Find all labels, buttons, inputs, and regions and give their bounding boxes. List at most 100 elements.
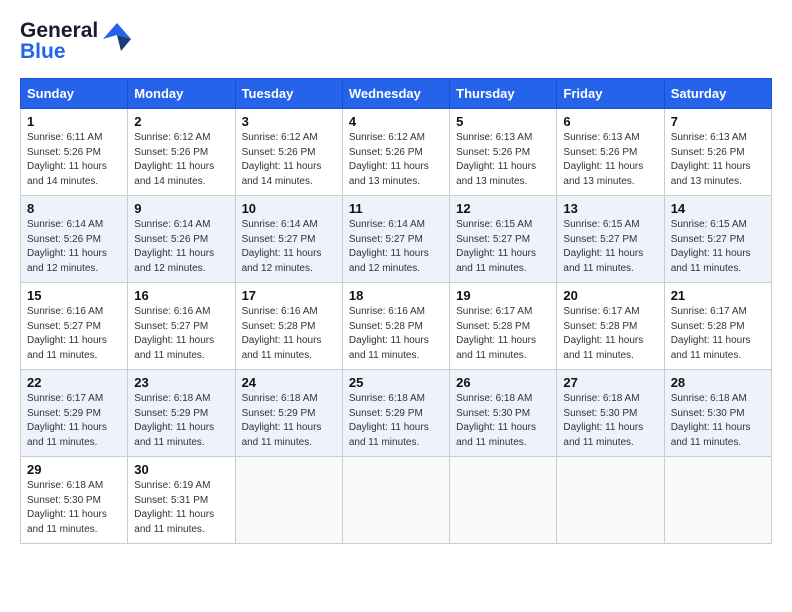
calendar-cell: 29 Sunrise: 6:18 AM Sunset: 5:30 PM Dayli… bbox=[21, 457, 128, 544]
calendar-cell: 10 Sunrise: 6:14 AM Sunset: 5:27 PM Dayli… bbox=[235, 196, 342, 283]
logo-bird-icon bbox=[101, 21, 133, 57]
calendar-cell: 8Sunrise: 6:14 AM Sunset: 5:26 PM Daylig… bbox=[21, 196, 128, 283]
day-info: Sunrise: 6:16 AM Sunset: 5:28 PM Dayligh… bbox=[349, 305, 443, 363]
calendar-cell: 6 Sunrise: 6:13 AM Sunset: 5:26 PM Daylig… bbox=[557, 109, 664, 196]
day-info: Sunrise: 6:18 AM Sunset: 5:30 PM Dayligh… bbox=[27, 479, 121, 537]
day-number: 16 bbox=[134, 288, 228, 303]
day-info: Sunrise: 6:18 AM Sunset: 5:29 PM Dayligh… bbox=[134, 392, 228, 450]
calendar-cell bbox=[235, 457, 342, 544]
day-info: Sunrise: 6:13 AM Sunset: 5:26 PM Dayligh… bbox=[563, 131, 657, 189]
day-number: 15 bbox=[27, 288, 121, 303]
day-number: 25 bbox=[349, 375, 443, 390]
calendar-cell: 26 Sunrise: 6:18 AM Sunset: 5:30 PM Dayli… bbox=[450, 370, 557, 457]
day-number: 10 bbox=[242, 201, 336, 216]
day-number: 29 bbox=[27, 462, 121, 477]
header: General Blue bbox=[20, 20, 772, 62]
calendar-cell: 4 Sunrise: 6:12 AM Sunset: 5:26 PM Daylig… bbox=[342, 109, 449, 196]
calendar-cell: 13 Sunrise: 6:15 AM Sunset: 5:27 PM Dayli… bbox=[557, 196, 664, 283]
day-number: 5 bbox=[456, 114, 550, 129]
day-number: 2 bbox=[134, 114, 228, 129]
day-info: Sunrise: 6:13 AM Sunset: 5:26 PM Dayligh… bbox=[671, 131, 765, 189]
calendar-cell: 24Sunrise: 6:18 AM Sunset: 5:29 PM Dayli… bbox=[235, 370, 342, 457]
logo-general: General bbox=[20, 20, 98, 41]
day-info: Sunrise: 6:18 AM Sunset: 5:30 PM Dayligh… bbox=[563, 392, 657, 450]
col-header-wednesday: Wednesday bbox=[342, 79, 449, 109]
day-number: 18 bbox=[349, 288, 443, 303]
calendar-cell: 15 Sunrise: 6:16 AM Sunset: 5:27 PM Dayli… bbox=[21, 283, 128, 370]
col-header-thursday: Thursday bbox=[450, 79, 557, 109]
day-number: 26 bbox=[456, 375, 550, 390]
day-number: 13 bbox=[563, 201, 657, 216]
day-number: 11 bbox=[349, 201, 443, 216]
day-number: 12 bbox=[456, 201, 550, 216]
day-number: 21 bbox=[671, 288, 765, 303]
calendar-cell: 20Sunrise: 6:17 AM Sunset: 5:28 PM Dayli… bbox=[557, 283, 664, 370]
logo: General Blue bbox=[20, 20, 133, 62]
calendar-cell: 5Sunrise: 6:13 AM Sunset: 5:26 PM Daylig… bbox=[450, 109, 557, 196]
calendar-cell: 7 Sunrise: 6:13 AM Sunset: 5:26 PM Daylig… bbox=[664, 109, 771, 196]
day-number: 14 bbox=[671, 201, 765, 216]
day-number: 6 bbox=[563, 114, 657, 129]
calendar-cell: 17 Sunrise: 6:16 AM Sunset: 5:28 PM Dayli… bbox=[235, 283, 342, 370]
page: General Blue SundayMondayTuesdayWednesda… bbox=[0, 0, 792, 564]
col-header-saturday: Saturday bbox=[664, 79, 771, 109]
day-number: 17 bbox=[242, 288, 336, 303]
day-info: Sunrise: 6:16 AM Sunset: 5:27 PM Dayligh… bbox=[134, 305, 228, 363]
day-number: 24 bbox=[242, 375, 336, 390]
day-number: 7 bbox=[671, 114, 765, 129]
calendar-cell: 12 Sunrise: 6:15 AM Sunset: 5:27 PM Dayli… bbox=[450, 196, 557, 283]
calendar-cell: 9 Sunrise: 6:14 AM Sunset: 5:26 PM Daylig… bbox=[128, 196, 235, 283]
calendar-week-1: 1 Sunrise: 6:11 AM Sunset: 5:26 PM Daylig… bbox=[21, 109, 772, 196]
day-number: 4 bbox=[349, 114, 443, 129]
calendar-cell: 21 Sunrise: 6:17 AM Sunset: 5:28 PM Dayli… bbox=[664, 283, 771, 370]
calendar-cell: 1 Sunrise: 6:11 AM Sunset: 5:26 PM Daylig… bbox=[21, 109, 128, 196]
day-number: 27 bbox=[563, 375, 657, 390]
col-header-tuesday: Tuesday bbox=[235, 79, 342, 109]
day-info: Sunrise: 6:18 AM Sunset: 5:29 PM Dayligh… bbox=[349, 392, 443, 450]
calendar-week-5: 29 Sunrise: 6:18 AM Sunset: 5:30 PM Dayli… bbox=[21, 457, 772, 544]
calendar-cell: 14 Sunrise: 6:15 AM Sunset: 5:27 PM Dayli… bbox=[664, 196, 771, 283]
calendar-cell bbox=[664, 457, 771, 544]
day-info: Sunrise: 6:17 AM Sunset: 5:28 PM Dayligh… bbox=[671, 305, 765, 363]
calendar-cell: 18 Sunrise: 6:16 AM Sunset: 5:28 PM Dayli… bbox=[342, 283, 449, 370]
day-number: 9 bbox=[134, 201, 228, 216]
day-number: 1 bbox=[27, 114, 121, 129]
day-info: Sunrise: 6:15 AM Sunset: 5:27 PM Dayligh… bbox=[456, 218, 550, 276]
day-info: Sunrise: 6:14 AM Sunset: 5:27 PM Dayligh… bbox=[349, 218, 443, 276]
day-number: 23 bbox=[134, 375, 228, 390]
day-info: Sunrise: 6:14 AM Sunset: 5:26 PM Dayligh… bbox=[134, 218, 228, 276]
day-number: 28 bbox=[671, 375, 765, 390]
day-info: Sunrise: 6:14 AM Sunset: 5:26 PM Dayligh… bbox=[27, 218, 121, 276]
calendar-cell bbox=[342, 457, 449, 544]
calendar-cell: 23 Sunrise: 6:18 AM Sunset: 5:29 PM Dayli… bbox=[128, 370, 235, 457]
day-info: Sunrise: 6:12 AM Sunset: 5:26 PM Dayligh… bbox=[134, 131, 228, 189]
day-info: Sunrise: 6:15 AM Sunset: 5:27 PM Dayligh… bbox=[563, 218, 657, 276]
calendar-week-2: 8Sunrise: 6:14 AM Sunset: 5:26 PM Daylig… bbox=[21, 196, 772, 283]
day-number: 3 bbox=[242, 114, 336, 129]
day-info: Sunrise: 6:18 AM Sunset: 5:30 PM Dayligh… bbox=[456, 392, 550, 450]
calendar-cell: 16 Sunrise: 6:16 AM Sunset: 5:27 PM Dayli… bbox=[128, 283, 235, 370]
calendar-cell: 27 Sunrise: 6:18 AM Sunset: 5:30 PM Dayli… bbox=[557, 370, 664, 457]
calendar-cell: 3 Sunrise: 6:12 AM Sunset: 5:26 PM Daylig… bbox=[235, 109, 342, 196]
day-info: Sunrise: 6:12 AM Sunset: 5:26 PM Dayligh… bbox=[349, 131, 443, 189]
day-info: Sunrise: 6:15 AM Sunset: 5:27 PM Dayligh… bbox=[671, 218, 765, 276]
day-info: Sunrise: 6:11 AM Sunset: 5:26 PM Dayligh… bbox=[27, 131, 121, 189]
col-header-sunday: Sunday bbox=[21, 79, 128, 109]
day-info: Sunrise: 6:14 AM Sunset: 5:27 PM Dayligh… bbox=[242, 218, 336, 276]
col-header-monday: Monday bbox=[128, 79, 235, 109]
calendar-cell: 22Sunrise: 6:17 AM Sunset: 5:29 PM Dayli… bbox=[21, 370, 128, 457]
day-info: Sunrise: 6:16 AM Sunset: 5:28 PM Dayligh… bbox=[242, 305, 336, 363]
logo-blue: Blue bbox=[20, 41, 98, 62]
calendar-cell: 25 Sunrise: 6:18 AM Sunset: 5:29 PM Dayli… bbox=[342, 370, 449, 457]
calendar-header-row: SundayMondayTuesdayWednesdayThursdayFrid… bbox=[21, 79, 772, 109]
day-info: Sunrise: 6:18 AM Sunset: 5:30 PM Dayligh… bbox=[671, 392, 765, 450]
day-number: 22 bbox=[27, 375, 121, 390]
day-number: 20 bbox=[563, 288, 657, 303]
day-info: Sunrise: 6:16 AM Sunset: 5:27 PM Dayligh… bbox=[27, 305, 121, 363]
calendar-cell: 2 Sunrise: 6:12 AM Sunset: 5:26 PM Daylig… bbox=[128, 109, 235, 196]
calendar-cell bbox=[450, 457, 557, 544]
day-info: Sunrise: 6:12 AM Sunset: 5:26 PM Dayligh… bbox=[242, 131, 336, 189]
calendar: SundayMondayTuesdayWednesdayThursdayFrid… bbox=[20, 78, 772, 544]
calendar-week-3: 15 Sunrise: 6:16 AM Sunset: 5:27 PM Dayli… bbox=[21, 283, 772, 370]
calendar-cell: 19Sunrise: 6:17 AM Sunset: 5:28 PM Dayli… bbox=[450, 283, 557, 370]
